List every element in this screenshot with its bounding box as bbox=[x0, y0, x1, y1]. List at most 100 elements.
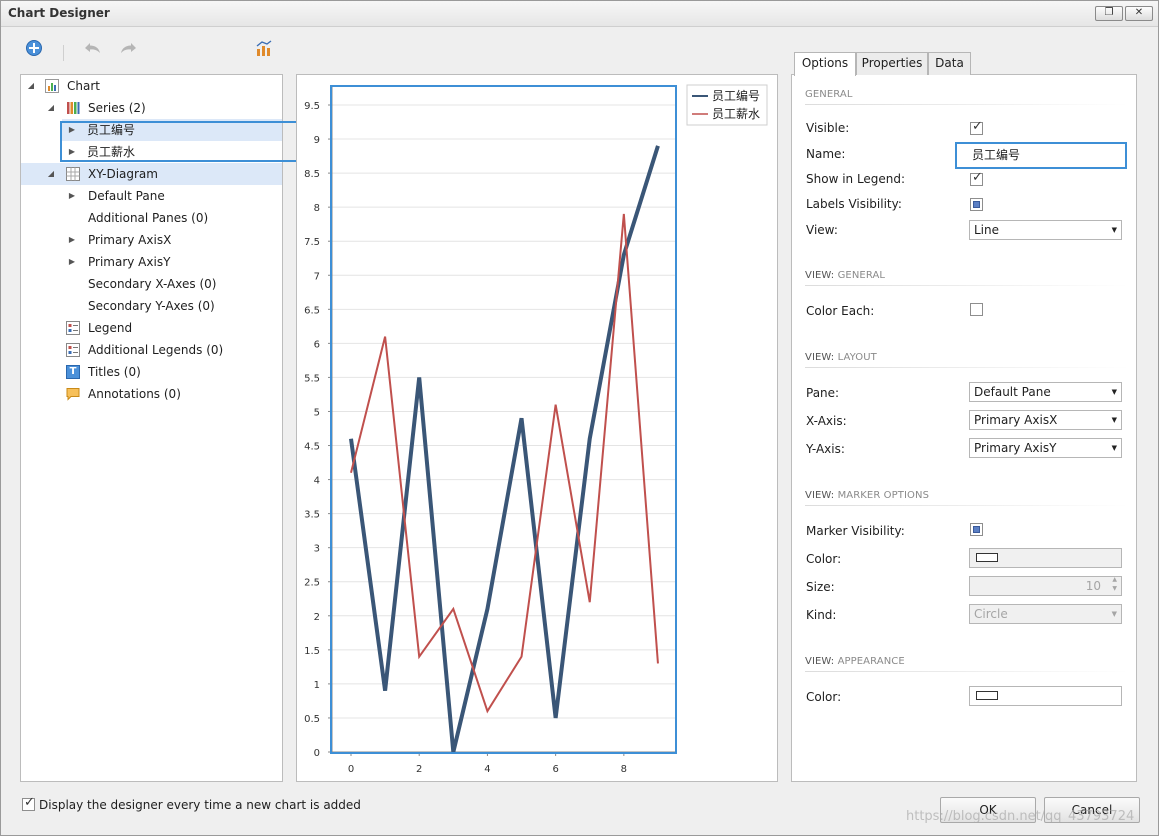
title-bar: Chart Designer ❐ ✕ bbox=[1, 1, 1158, 27]
x-tick-label: 4 bbox=[484, 764, 490, 775]
y-tick-label: 8 bbox=[314, 203, 320, 214]
tree-item-xy-diagram[interactable]: ◢ XY-Diagram bbox=[21, 163, 282, 185]
y-axis-value: Primary AxisY bbox=[974, 441, 1057, 455]
tab-properties[interactable]: Properties bbox=[856, 52, 928, 75]
kind-label: Kind: bbox=[806, 608, 837, 622]
kind-combobox[interactable]: Circle ▼ bbox=[969, 604, 1122, 624]
dropdown-arrow-icon[interactable]: ▼ bbox=[1112, 221, 1117, 239]
chart-icon bbox=[45, 79, 59, 93]
section-divider bbox=[805, 285, 1129, 286]
tree-item-annotations[interactable]: Annotations (0) bbox=[62, 383, 282, 405]
dropdown-arrow-icon[interactable]: ▼ bbox=[1112, 411, 1117, 429]
section-divider bbox=[805, 671, 1129, 672]
visible-label: Visible: bbox=[806, 121, 850, 135]
tree-item-label: XY-Diagram bbox=[88, 167, 158, 181]
pane-combobox[interactable]: Default Pane ▼ bbox=[969, 382, 1122, 402]
tree-item-primary-axis-y[interactable]: ▶ Primary AxisY bbox=[62, 251, 282, 273]
labels-visibility-label: Labels Visibility: bbox=[806, 197, 902, 211]
expand-arrow-icon[interactable]: ▶ bbox=[67, 251, 77, 273]
color-each-checkbox[interactable] bbox=[970, 303, 983, 316]
name-label: Name: bbox=[806, 147, 846, 161]
chart-series bbox=[349, 145, 660, 753]
y-tick-label: 3.5 bbox=[304, 510, 320, 521]
size-spinner[interactable]: 10 ▲ ▼ bbox=[969, 576, 1122, 596]
tree-item-primary-axis-x[interactable]: ▶ Primary AxisX bbox=[62, 229, 282, 251]
appearance-color-label: Color: bbox=[806, 690, 842, 704]
collapse-arrow-icon[interactable]: ◢ bbox=[46, 97, 56, 119]
legend-icon bbox=[66, 321, 80, 335]
series-line-2[interactable] bbox=[350, 213, 659, 714]
expand-arrow-icon[interactable]: ▶ bbox=[67, 185, 77, 207]
collapse-arrow-icon[interactable]: ◢ bbox=[26, 75, 36, 97]
y-axis-combobox[interactable]: Primary AxisY ▼ bbox=[969, 438, 1122, 458]
dropdown-arrow-icon[interactable]: ▼ bbox=[1112, 439, 1117, 457]
tree-item-label: Additional Panes (0) bbox=[88, 211, 209, 225]
dropdown-arrow-icon[interactable]: ▼ bbox=[1112, 605, 1117, 623]
tab-options[interactable]: Options bbox=[794, 52, 856, 76]
tree-item-label: Series (2) bbox=[88, 101, 146, 115]
marker-visibility-checkbox[interactable] bbox=[970, 523, 983, 536]
marker-color-label: Color: bbox=[806, 552, 842, 566]
visible-checkbox[interactable]: ✓ bbox=[970, 119, 983, 135]
y-tick-label: 6.5 bbox=[304, 305, 320, 316]
tree-item-label: Titles (0) bbox=[88, 365, 141, 379]
size-label: Size: bbox=[806, 580, 835, 594]
y-tick-label: 2.5 bbox=[304, 578, 320, 589]
tab-data[interactable]: Data bbox=[928, 52, 971, 75]
collapse-arrow-icon[interactable]: ◢ bbox=[46, 163, 56, 185]
tree-item-titles[interactable]: T Titles (0) bbox=[62, 361, 282, 383]
section-divider bbox=[805, 104, 1129, 105]
color-swatch bbox=[976, 553, 998, 562]
y-tick-label: 5.5 bbox=[304, 373, 320, 384]
x-tick-label: 2 bbox=[416, 764, 422, 775]
section-view-appearance-header: VIEW: APPEARANCE bbox=[805, 656, 905, 667]
y-tick-label: 7 bbox=[314, 271, 320, 282]
tree-item-series[interactable]: ◢ Series (2) bbox=[21, 97, 282, 119]
expand-arrow-icon[interactable]: ▶ bbox=[67, 229, 77, 251]
display-designer-checkbox[interactable]: ✓ bbox=[22, 795, 35, 811]
marker-visibility-label: Marker Visibility: bbox=[806, 524, 905, 538]
y-tick-label: 4.5 bbox=[304, 442, 320, 453]
tree-item-secondary-y-axes[interactable]: Secondary Y-Axes (0) bbox=[62, 295, 282, 317]
spin-up-icon[interactable]: ▲ bbox=[1112, 576, 1117, 584]
name-input[interactable]: 员工编号 bbox=[969, 146, 1122, 166]
legend-label: 员工编号 bbox=[712, 88, 760, 103]
spin-down-icon[interactable]: ▼ bbox=[1112, 585, 1117, 593]
tree-item-secondary-x-axes[interactable]: Secondary X-Axes (0) bbox=[62, 273, 282, 295]
diagram-selection-highlight bbox=[330, 85, 677, 754]
undo-icon[interactable] bbox=[83, 38, 103, 58]
close-button[interactable]: ✕ bbox=[1125, 6, 1153, 21]
chart-wizard-icon[interactable] bbox=[254, 39, 274, 59]
marker-color-picker[interactable] bbox=[969, 548, 1122, 568]
y-tick-label: 0 bbox=[314, 748, 320, 759]
section-general-header: GENERAL bbox=[805, 89, 853, 100]
y-tick-label: 3 bbox=[314, 544, 320, 555]
tree-item-additional-legends[interactable]: Additional Legends (0) bbox=[62, 339, 282, 361]
tree-item-chart[interactable]: ◢ Chart bbox=[21, 75, 282, 97]
restore-button[interactable]: ❐ bbox=[1095, 6, 1123, 21]
view-combobox[interactable]: Line ▼ bbox=[969, 220, 1122, 240]
appearance-color-picker[interactable] bbox=[969, 686, 1122, 706]
annotation-icon bbox=[66, 388, 80, 401]
tree-item-label: Legend bbox=[88, 321, 133, 335]
section-view-marker-header: VIEW: MARKER OPTIONS bbox=[805, 490, 930, 501]
tree-item-legend[interactable]: Legend bbox=[62, 317, 282, 339]
y-tick-label: 9 bbox=[314, 135, 320, 146]
tree-item-label: Additional Legends (0) bbox=[88, 343, 224, 357]
show-in-legend-checkbox[interactable]: ✓ bbox=[970, 170, 983, 186]
chart-preview[interactable]: 0 0.5 1 1.5 2 2.5 3 3.5 4 4.5 5 5.5 6 6.5 7 7.5 8 8.5 9 9.5… bbox=[297, 75, 777, 781]
x-axis-combobox[interactable]: Primary AxisX ▼ bbox=[969, 410, 1122, 430]
y-tick-label: 8.5 bbox=[304, 169, 320, 180]
section-view-general-header: VIEW: GENERAL bbox=[805, 270, 886, 281]
tree-item-label: Annotations (0) bbox=[88, 387, 181, 401]
dropdown-arrow-icon[interactable]: ▼ bbox=[1112, 383, 1117, 401]
tree-item-additional-panes[interactable]: Additional Panes (0) bbox=[62, 207, 282, 229]
check-icon: ✓ bbox=[24, 795, 35, 810]
size-value: 10 bbox=[1085, 579, 1101, 593]
add-circle-icon[interactable] bbox=[24, 38, 44, 58]
labels-visibility-checkbox[interactable] bbox=[970, 198, 983, 211]
watermark: https://blog.csdn.net/qq_43793724 bbox=[906, 809, 1135, 824]
display-designer-label: Display the designer every time a new ch… bbox=[39, 798, 361, 812]
tree-item-default-pane[interactable]: ▶ Default Pane bbox=[62, 185, 282, 207]
redo-icon[interactable] bbox=[118, 38, 138, 58]
